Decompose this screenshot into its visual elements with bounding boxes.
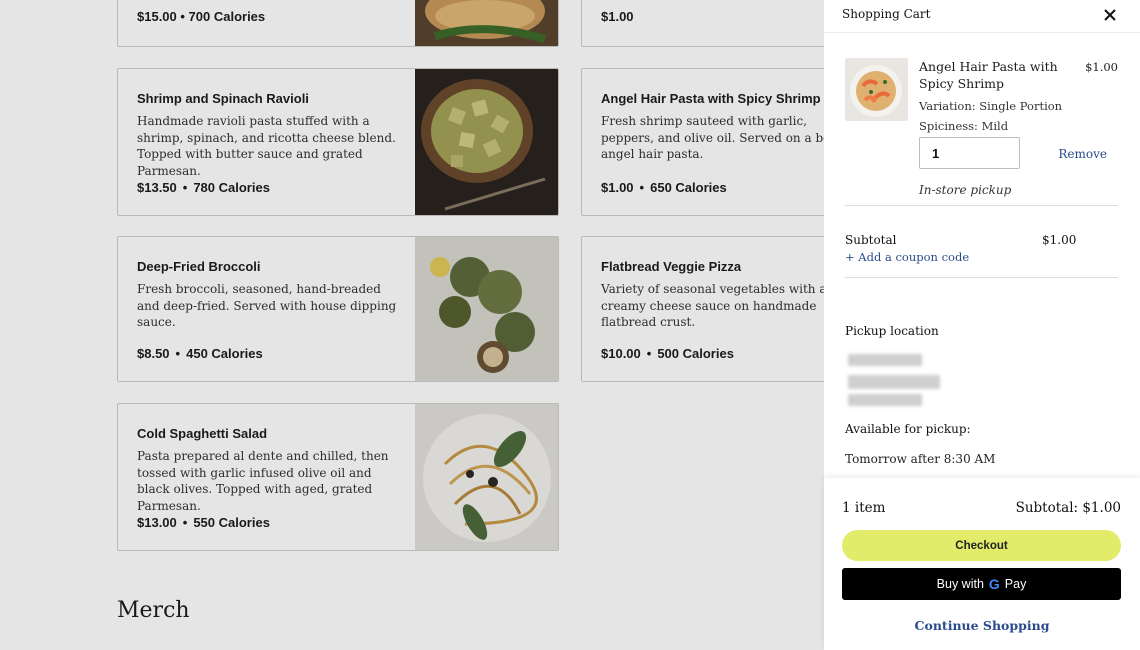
checkout-button[interactable]: Checkout: [842, 530, 1121, 561]
cart-item-image: [845, 58, 908, 121]
subtotal-label: Subtotal: [845, 233, 897, 247]
pay-label: Pay: [1004, 577, 1027, 591]
redacted-address: [848, 375, 940, 389]
cart-item-price: $1.00: [1085, 60, 1118, 74]
buy-with-label: Buy with: [936, 577, 984, 591]
cart-item-spiciness: Spiciness: Mild: [919, 119, 1009, 133]
shopping-cart-panel: Shopping Cart Angel Hair Pasta with Spic…: [824, 0, 1140, 650]
google-g-icon: G: [988, 576, 1000, 592]
continue-shopping-link[interactable]: Continue Shopping: [824, 618, 1140, 633]
google-pay-button[interactable]: Buy with G Pay: [842, 568, 1121, 600]
cart-header: Shopping Cart: [824, 0, 1140, 33]
cart-footer: 1 item Subtotal: $1.00 Checkout Buy with…: [824, 478, 1140, 650]
pickup-location-label: Pickup location: [845, 324, 939, 338]
cart-item-variation: Variation: Single Portion: [919, 99, 1063, 113]
available-for-pickup-label: Available for pickup:: [845, 422, 971, 436]
redacted-address: [848, 394, 922, 406]
backdrop-overlay[interactable]: [0, 0, 824, 650]
item-count: 1 item: [842, 500, 886, 516]
fulfillment-method: In-store pickup: [919, 183, 1012, 197]
divider: [845, 205, 1118, 206]
remove-item-link[interactable]: Remove: [1058, 147, 1107, 161]
redacted-address: [848, 354, 922, 366]
quantity-input[interactable]: [919, 137, 1020, 169]
cart-title: Shopping Cart: [842, 7, 931, 21]
close-icon[interactable]: [1102, 7, 1118, 23]
cart-item-name: Angel Hair Pasta with Spicy Shrimp: [919, 59, 1058, 91]
available-for-pickup-value: Tomorrow after 8:30 AM: [845, 452, 996, 466]
divider: [845, 277, 1118, 278]
subtotal-value: $1.00: [1042, 233, 1077, 247]
add-coupon-link[interactable]: + Add a coupon code: [845, 250, 969, 264]
footer-subtotal: Subtotal: $1.00: [1015, 500, 1121, 516]
